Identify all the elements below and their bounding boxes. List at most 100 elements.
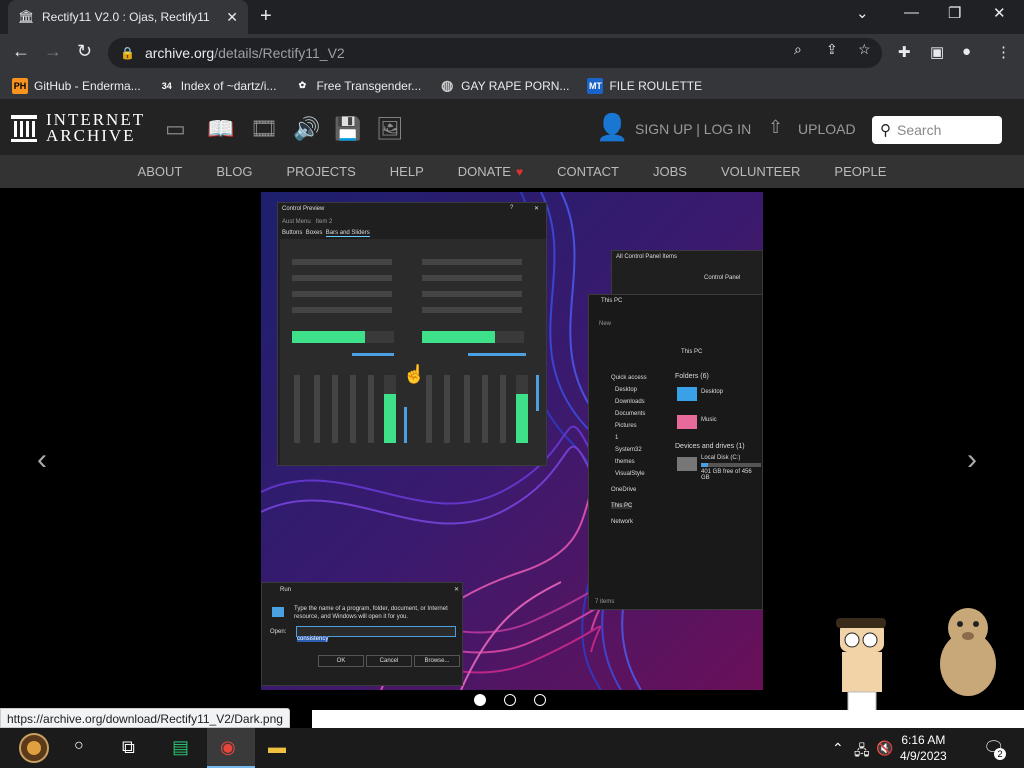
- vertical-slider[interactable]: [332, 375, 338, 443]
- carousel-dot-3[interactable]: [534, 694, 546, 706]
- extensions-icon[interactable]: ✚: [898, 43, 911, 61]
- menu-item[interactable]: Aust Menu: [282, 219, 311, 225]
- search-icon[interactable]: ⌕: [794, 41, 802, 58]
- tab-buttons[interactable]: Buttons: [282, 230, 302, 236]
- folder-label[interactable]: Desktop: [701, 389, 723, 395]
- nav-item[interactable]: Desktop: [615, 387, 637, 393]
- close-icon[interactable]: ✕: [454, 586, 459, 593]
- tray-chevron-icon[interactable]: ⌃: [832, 740, 844, 757]
- slider[interactable]: [292, 307, 392, 313]
- start-orb-icon[interactable]: [14, 732, 54, 764]
- nav-volunteer[interactable]: VOLUNTEER: [721, 164, 800, 179]
- chrome-icon[interactable]: ◉: [220, 737, 236, 758]
- drive-name[interactable]: Local Disk (C:): [701, 455, 740, 461]
- images-icon[interactable]: 🖼: [376, 116, 404, 142]
- nav-blog[interactable]: BLOG: [216, 164, 252, 179]
- bookmark-4[interactable]: MT FILE ROULETTE: [587, 77, 702, 94]
- nav-item[interactable]: Network: [611, 519, 633, 525]
- slider[interactable]: [292, 275, 392, 281]
- close-icon[interactable]: ✕: [534, 205, 539, 212]
- vertical-slider[interactable]: [426, 375, 432, 443]
- close-tab-icon[interactable]: ✕: [226, 9, 238, 26]
- carousel-dot-1[interactable]: [474, 694, 486, 706]
- nav-item[interactable]: themes: [615, 459, 635, 465]
- slider[interactable]: [422, 307, 522, 313]
- vertical-slider[interactable]: [294, 375, 300, 443]
- reload-icon[interactable]: ↻: [77, 41, 92, 62]
- ia-logo[interactable]: INTERNET ARCHIVE: [10, 111, 145, 144]
- browser-tab[interactable]: 🏛 Rectify11 V2.0 : Ojas, Rectify11 ✕: [8, 0, 248, 34]
- nav-item[interactable]: Documents: [615, 411, 645, 417]
- share-icon[interactable]: ⇪: [826, 41, 838, 58]
- restore-icon[interactable]: ❐: [948, 4, 961, 22]
- nav-people[interactable]: PEOPLE: [834, 164, 886, 179]
- nav-projects[interactable]: PROJECTS: [286, 164, 355, 179]
- nav-contact[interactable]: CONTACT: [557, 164, 619, 179]
- forward-icon[interactable]: →: [44, 41, 62, 62]
- volume-muted-icon[interactable]: 🔇: [876, 740, 893, 757]
- vertical-slider[interactable]: [368, 375, 374, 443]
- nav-donate[interactable]: DONATE ♥: [458, 164, 523, 179]
- upload-icon[interactable]: ⇧: [768, 117, 783, 138]
- sheets-icon[interactable]: ▤: [172, 737, 189, 758]
- upload-link[interactable]: UPLOAD: [798, 121, 856, 137]
- vertical-slider[interactable]: [350, 375, 356, 443]
- file-explorer-icon[interactable]: ▬: [268, 737, 286, 758]
- vertical-slider[interactable]: [444, 375, 450, 443]
- tab-search-icon[interactable]: ⌄: [856, 4, 869, 22]
- ia-search-input[interactable]: ⚲ Search: [872, 116, 1002, 144]
- slider[interactable]: [292, 291, 392, 297]
- video-icon[interactable]: 🎞: [250, 116, 278, 142]
- nav-about[interactable]: ABOUT: [138, 164, 183, 179]
- nav-help[interactable]: HELP: [390, 164, 424, 179]
- nav-item[interactable]: System32: [615, 447, 642, 453]
- nav-item[interactable]: 1: [615, 435, 618, 441]
- close-window-icon[interactable]: ✕: [993, 4, 1006, 22]
- vertical-slider[interactable]: [464, 375, 470, 443]
- software-icon[interactable]: 💾: [334, 116, 361, 142]
- sign-up-login-link[interactable]: SIGN UP | LOG IN: [635, 121, 751, 137]
- slider[interactable]: [422, 259, 522, 265]
- run-input[interactable]: consistency: [296, 626, 456, 642]
- profile-icon[interactable]: ●: [962, 43, 971, 60]
- texts-icon[interactable]: 📖: [207, 116, 234, 142]
- nav-item[interactable]: Downloads: [615, 399, 645, 405]
- network-icon[interactable]: 🖧: [854, 740, 870, 764]
- nav-item[interactable]: OneDrive: [611, 487, 636, 493]
- bookmark-3[interactable]: ◍ GAY RAPE PORN...: [439, 77, 569, 94]
- menu-icon[interactable]: ⋮: [996, 43, 1011, 61]
- side-panel-icon[interactable]: ▣: [930, 43, 944, 61]
- bookmark-1[interactable]: 34 Index of ~dartz/i...: [159, 78, 277, 94]
- carousel-image[interactable]: Control Preview ? ✕ Aust Menu Item 2 But…: [261, 192, 763, 690]
- audio-icon[interactable]: 🔊: [293, 116, 320, 142]
- nav-item[interactable]: VisualStyle: [615, 471, 645, 477]
- nav-jobs[interactable]: JOBS: [653, 164, 687, 179]
- slider[interactable]: [422, 291, 522, 297]
- cancel-button[interactable]: Cancel: [366, 655, 412, 667]
- next-arrow-icon[interactable]: ›: [967, 443, 977, 477]
- new-button[interactable]: New: [599, 321, 611, 327]
- prev-arrow-icon[interactable]: ‹: [37, 443, 47, 477]
- control-panel-window[interactable]: All Control Panel Items Control Panel: [611, 250, 763, 300]
- web-icon[interactable]: ▭: [165, 116, 186, 142]
- bookmark-0[interactable]: PH GitHub - Enderma...: [12, 77, 141, 94]
- new-tab-icon[interactable]: +: [260, 5, 272, 28]
- menu-item[interactable]: Item 2: [316, 219, 333, 225]
- slider[interactable]: [422, 275, 522, 281]
- bookmark-2[interactable]: ✿ Free Transgender...: [294, 78, 422, 94]
- system-clock[interactable]: 6:16 AM 4/9/2023: [900, 732, 947, 764]
- vertical-slider[interactable]: [314, 375, 320, 443]
- browse-button[interactable]: Browse...: [414, 655, 460, 667]
- back-icon[interactable]: ←: [12, 41, 30, 62]
- explorer-window[interactable]: This PC New This PC Quick access Desktop…: [588, 294, 763, 610]
- minimize-icon[interactable]: —: [904, 4, 919, 21]
- tab-boxes[interactable]: Boxes: [306, 230, 323, 236]
- address-bar[interactable]: 🔒 archive.org/details/Rectify11_V2: [108, 38, 882, 68]
- user-icon[interactable]: 👤: [596, 112, 628, 143]
- ok-button[interactable]: OK: [318, 655, 364, 667]
- task-view-icon[interactable]: ⧉: [122, 737, 135, 758]
- star-icon[interactable]: ☆: [858, 41, 871, 58]
- tab-bars-sliders[interactable]: Bars and Sliders: [325, 230, 370, 237]
- nav-item[interactable]: Pictures: [615, 423, 637, 429]
- vertical-slider[interactable]: [482, 375, 488, 443]
